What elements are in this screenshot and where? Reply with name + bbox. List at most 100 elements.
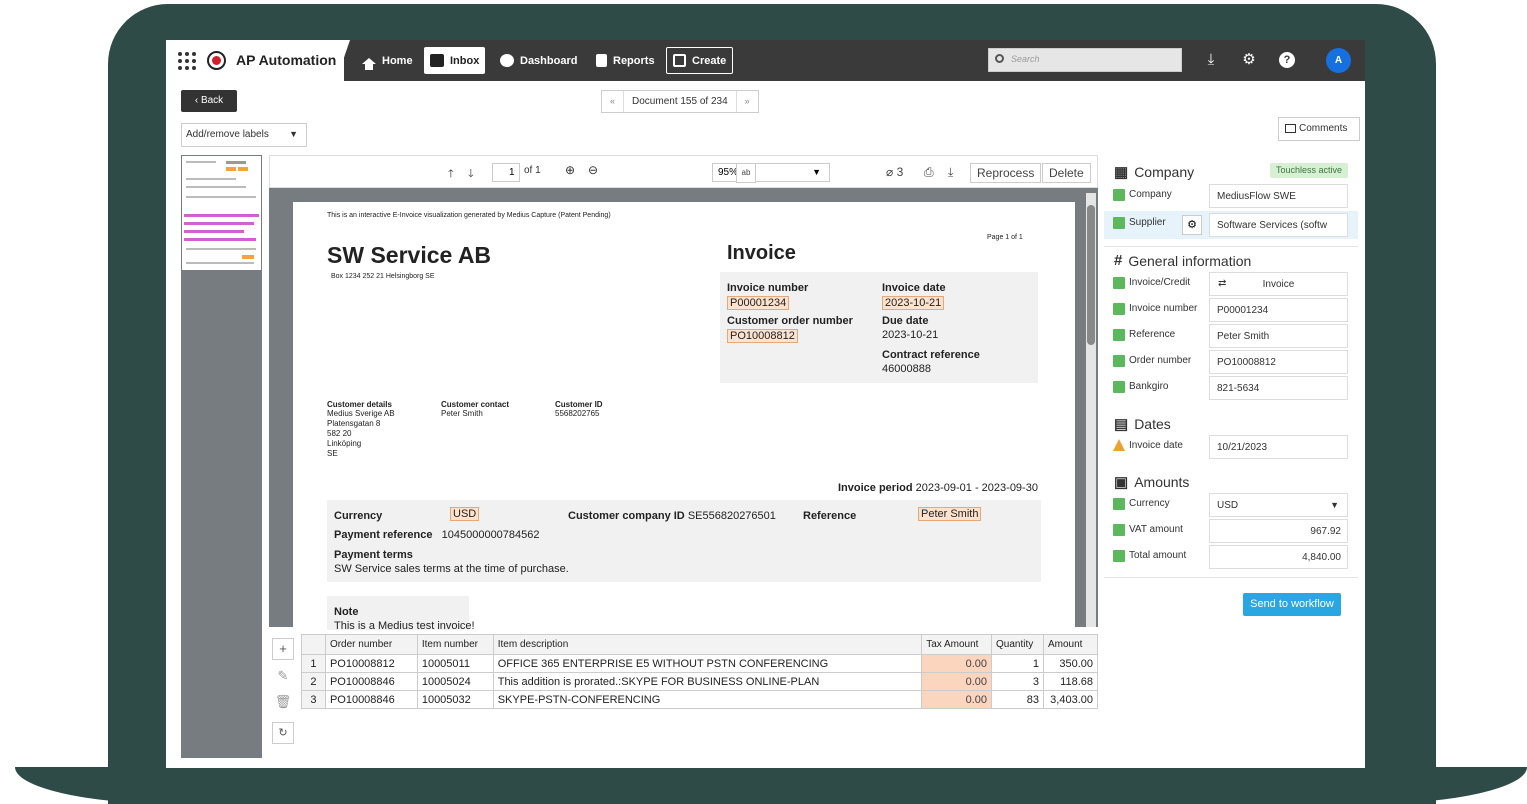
top-navigation-bar: AP Automation Home Inbox Dashboard Repor… <box>166 40 1365 81</box>
page-thumbnail[interactable] <box>182 156 261 270</box>
currency-select[interactable]: USD ▼ <box>1209 493 1348 517</box>
column-header[interactable]: Tax Amount <box>921 634 993 655</box>
settings-gear-icon[interactable]: ⚙ <box>1241 52 1257 68</box>
zoom-select[interactable]: 95% ▼ <box>712 163 830 182</box>
item-number-cell[interactable]: 10005011 <box>416 654 494 673</box>
nav-inbox[interactable]: Inbox <box>424 47 486 74</box>
amount-cell[interactable]: 118.68 <box>1042 672 1099 691</box>
amount-cell[interactable]: 350.00 <box>1042 654 1099 673</box>
warning-icon <box>1113 439 1125 451</box>
zoom-in-icon[interactable]: ⊕ <box>565 163 575 177</box>
invoice-date-input[interactable]: 10/21/2023 <box>1209 435 1348 459</box>
company-section-label: Company <box>1134 164 1195 180</box>
next-document-button[interactable]: » <box>737 91 758 112</box>
order-cell[interactable]: PO10008846 <box>324 672 418 691</box>
tax-cell[interactable]: 0.00 <box>921 672 993 691</box>
help-icon[interactable]: ? <box>1279 52 1295 68</box>
amount-cell[interactable]: 3,403.00 <box>1042 690 1099 709</box>
general-section-label: General information <box>1128 252 1252 269</box>
viewer-scrollbar-thumb[interactable] <box>1087 205 1095 345</box>
invoice-date-label: Invoice date <box>882 282 946 294</box>
invoice-fields-panel: ▦ Company Touchless active Company Mediu… <box>1104 155 1358 758</box>
item-number-cell[interactable]: 10005024 <box>416 672 494 691</box>
page-number-input[interactable]: 1 <box>492 163 520 182</box>
delete-button[interactable]: Delete <box>1042 163 1091 183</box>
invoice-credit-field: Invoice/Credit ⇄ Invoice <box>1104 271 1358 297</box>
bankgiro-input[interactable]: 821-5634 <box>1209 376 1348 400</box>
column-header[interactable]: Quantity <box>991 634 1044 655</box>
quantity-cell[interactable]: 83 <box>991 690 1044 709</box>
comments-button[interactable]: Comments <box>1278 117 1360 141</box>
description-cell[interactable]: This addition is prorated.:SKYPE FOR BUS… <box>492 672 923 691</box>
touchless-badge: Touchless active <box>1270 163 1348 178</box>
supplier-input[interactable]: Software Services (softw <box>1209 213 1348 237</box>
currency-label: Currency <box>334 510 383 522</box>
order-cell[interactable]: PO10008846 <box>324 690 418 709</box>
invoice-number-field-label: Invoice number <box>1129 303 1198 314</box>
paperclip-icon: ⌀ <box>886 165 894 179</box>
download-document-icon[interactable]: ⤓ <box>942 163 960 183</box>
back-label: Back <box>200 95 224 106</box>
app-grid-icon[interactable] <box>178 52 196 70</box>
dates-section-title: ▤ Dates <box>1114 415 1171 433</box>
vat-input[interactable]: 967.92 <box>1209 519 1348 543</box>
print-icon[interactable]: ⎙ <box>918 163 940 183</box>
tax-cell[interactable]: 0.00 <box>921 654 993 673</box>
nav-create[interactable]: Create <box>666 47 734 74</box>
back-button[interactable]: ‹ Back <box>181 90 237 112</box>
company-input[interactable]: MediusFlow SWE <box>1209 184 1348 208</box>
reference-value[interactable]: Peter Smith <box>918 507 982 521</box>
search-input[interactable]: Search <box>988 48 1182 72</box>
column-header[interactable]: Amount <box>1042 634 1099 655</box>
order-number-input[interactable]: PO10008812 <box>1209 350 1348 374</box>
invoice-credit-label: Invoice/Credit <box>1129 277 1191 288</box>
page-up-icon[interactable]: 🡑 <box>448 165 454 184</box>
invoice-date-value[interactable]: 2023-10-21 <box>882 296 945 310</box>
trash-icon[interactable]: 🗑 <box>272 692 294 714</box>
tax-cell[interactable]: 0.00 <box>921 690 993 709</box>
item-number-cell[interactable]: 10005032 <box>416 690 494 709</box>
table-row[interactable]: 3 PO10008846 10005032 SKYPE-PSTN-CONFERE… <box>301 690 1099 709</box>
table-row[interactable]: 1 PO10008812 10005011 OFFICE 365 ENTERPR… <box>301 654 1099 673</box>
invoice-number-input[interactable]: P00001234 <box>1209 298 1348 322</box>
description-cell[interactable]: OFFICE 365 ENTERPRISE E5 WITHOUT PSTN CO… <box>492 654 923 673</box>
invoice-number-value[interactable]: P00001234 <box>727 296 790 310</box>
prev-document-button[interactable]: « <box>602 91 625 112</box>
quantity-cell[interactable]: 3 <box>991 672 1044 691</box>
order-number-value[interactable]: PO10008812 <box>727 329 798 343</box>
text-select-icon[interactable]: ab <box>736 163 756 183</box>
nav-reports[interactable]: Reports <box>590 47 661 74</box>
reprocess-button[interactable]: Reprocess <box>970 163 1042 183</box>
edit-pencil-icon[interactable]: ✎ <box>272 666 294 688</box>
line-items-table: Order number Item number Item descriptio… <box>301 634 1099 709</box>
company-section-title: ▦ Company <box>1114 163 1194 181</box>
user-avatar[interactable]: A <box>1326 48 1351 73</box>
table-row[interactable]: 2 PO10008846 10005024 This addition is p… <box>301 672 1099 691</box>
add-row-icon[interactable]: + <box>272 638 294 660</box>
column-header[interactable]: Order number <box>324 634 418 655</box>
nav-dashboard[interactable]: Dashboard <box>494 47 583 74</box>
invoice-credit-toggle[interactable]: ⇄ Invoice <box>1209 272 1348 296</box>
order-cell[interactable]: PO10008812 <box>324 654 418 673</box>
brand-divider <box>336 40 350 81</box>
column-header[interactable]: Item number <box>416 634 494 655</box>
line-items-panel: + ✎ 🗑 ↻ Order number Item number Item de… <box>269 630 1099 758</box>
attachments-button[interactable]: ⌀ 3 <box>880 163 910 183</box>
page-down-icon[interactable]: 🡓 <box>468 165 474 184</box>
refresh-icon[interactable]: ↻ <box>272 722 294 744</box>
nav-create-label: Create <box>692 54 727 67</box>
supplier-settings-gear-icon[interactable]: ⚙ <box>1182 215 1202 235</box>
zoom-out-icon[interactable]: ⊖ <box>588 163 598 177</box>
column-header[interactable]: Item description <box>492 634 923 655</box>
currency-value[interactable]: USD <box>450 507 480 521</box>
description-cell[interactable]: SKYPE-PSTN-CONFERENCING <box>492 690 923 709</box>
reference-input[interactable]: Peter Smith <box>1209 324 1348 348</box>
quantity-cell[interactable]: 1 <box>991 654 1044 673</box>
send-to-workflow-button[interactable]: Send to workflow <box>1243 593 1341 616</box>
status-ok-icon <box>1113 277 1125 289</box>
customer-id-label: Customer ID <box>555 400 603 409</box>
nav-home[interactable]: Home <box>356 47 419 74</box>
labels-dropdown[interactable]: Add/remove labels ▼ <box>181 123 307 147</box>
total-input[interactable]: 4,840.00 <box>1209 545 1348 569</box>
download-icon[interactable]: ⤓ <box>1203 52 1219 68</box>
